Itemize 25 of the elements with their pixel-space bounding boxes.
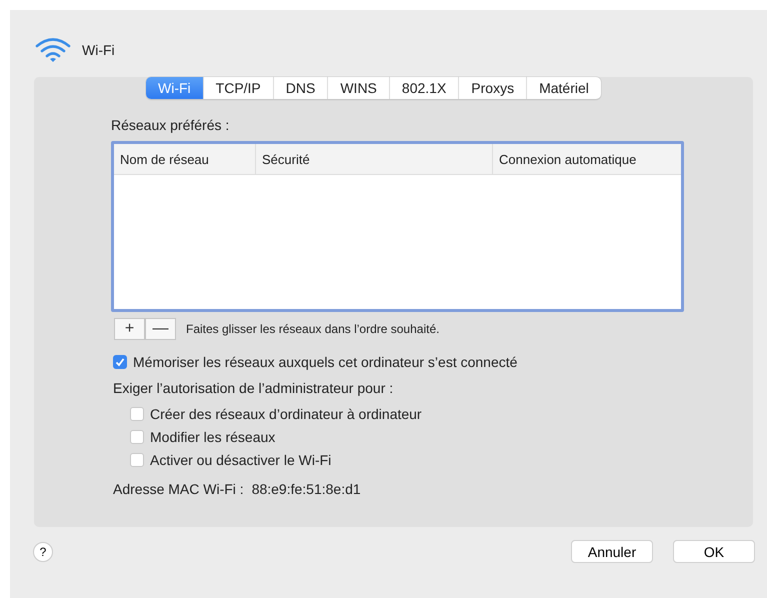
checkbox[interactable] <box>130 406 144 420</box>
dialog-button[interactable]: OK <box>673 540 755 563</box>
list-button[interactable]: + <box>114 318 145 340</box>
checkbox[interactable] <box>113 355 127 369</box>
column-header[interactable]: Connexion automatique <box>493 144 681 174</box>
mac-address: 88:e9:fe:51:8e:d1 <box>252 481 361 497</box>
help-button[interactable]: ? <box>33 542 53 562</box>
tab[interactable]: Matériel <box>527 77 601 99</box>
checkbox[interactable] <box>130 430 144 444</box>
section-label: Exiger l’autorisation de l’administrateur pour : <box>113 380 394 396</box>
mac-label: Adresse MAC Wi-Fi : <box>113 481 244 497</box>
hint-text: Faites glisser les réseaux dans l’ordre souhaité. <box>186 322 440 336</box>
window-title: Wi-Fi <box>82 42 115 58</box>
checkbox[interactable] <box>130 452 144 466</box>
checkbox-label: Mémoriser les réseaux auxquels cet ordinateur s’est connecté <box>133 354 518 370</box>
checkbox-label: Activer ou désactiver le Wi-Fi <box>150 452 332 468</box>
section-label: Réseaux préférés : <box>111 117 230 133</box>
column-header[interactable]: Sécurité <box>256 144 493 174</box>
checkbox-label: Modifier les réseaux <box>150 428 276 444</box>
wifi-icon <box>34 37 72 63</box>
list-button[interactable]: — <box>145 318 176 340</box>
checkbox-label: Créer des réseaux d’ordinateur à ordinateur <box>150 406 422 422</box>
column-header[interactable]: Nom de réseau <box>114 144 256 174</box>
dialog-button[interactable]: Annuler <box>571 540 653 563</box>
networks-table[interactable]: Nom de réseau Sécurité Connexion automatique <box>111 141 684 312</box>
